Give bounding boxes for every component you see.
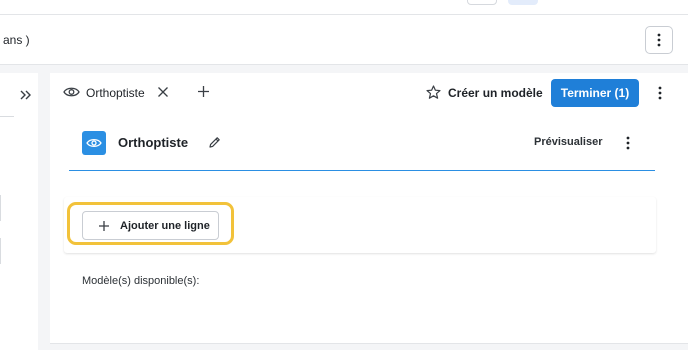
title-underline [69, 170, 655, 171]
patient-info-text: ans ) [3, 33, 30, 47]
patient-header: ans ) [0, 15, 688, 65]
plus-icon [99, 220, 109, 231]
available-models-label: Modèle(s) disponible(s): [82, 275, 200, 287]
left-panel-marker [0, 238, 1, 264]
plus-icon[interactable] [197, 85, 210, 98]
document-type-badge [82, 131, 106, 155]
eye-icon [86, 138, 102, 148]
kebab-icon [657, 33, 661, 47]
finish-button[interactable]: Terminer (1) [551, 79, 639, 107]
close-icon[interactable] [157, 86, 169, 98]
top-toolbar-strip [0, 0, 688, 15]
preview-button[interactable]: Prévisualiser [534, 136, 603, 148]
eye-icon [63, 87, 80, 97]
panel-bottom-border [50, 343, 688, 344]
kebab-icon[interactable] [622, 135, 634, 151]
double-chevron-right-icon[interactable] [19, 88, 33, 102]
create-model-button[interactable]: Créer un modèle [448, 86, 543, 100]
left-side-panel [0, 73, 38, 350]
top-button-1[interactable] [467, 0, 497, 5]
pencil-icon[interactable] [208, 136, 221, 149]
top-button-2[interactable] [508, 0, 538, 5]
add-line-button[interactable]: Ajouter une ligne [82, 211, 219, 240]
left-panel-marker [0, 195, 1, 221]
document-title: Orthoptiste [118, 135, 189, 150]
kebab-icon[interactable] [654, 85, 666, 101]
star-icon[interactable] [426, 85, 441, 100]
tab-orthoptiste-label[interactable]: Orthoptiste [86, 86, 145, 100]
add-line-label: Ajouter une ligne [120, 219, 210, 232]
left-panel-divider [0, 116, 14, 117]
header-more-button[interactable] [645, 26, 673, 54]
